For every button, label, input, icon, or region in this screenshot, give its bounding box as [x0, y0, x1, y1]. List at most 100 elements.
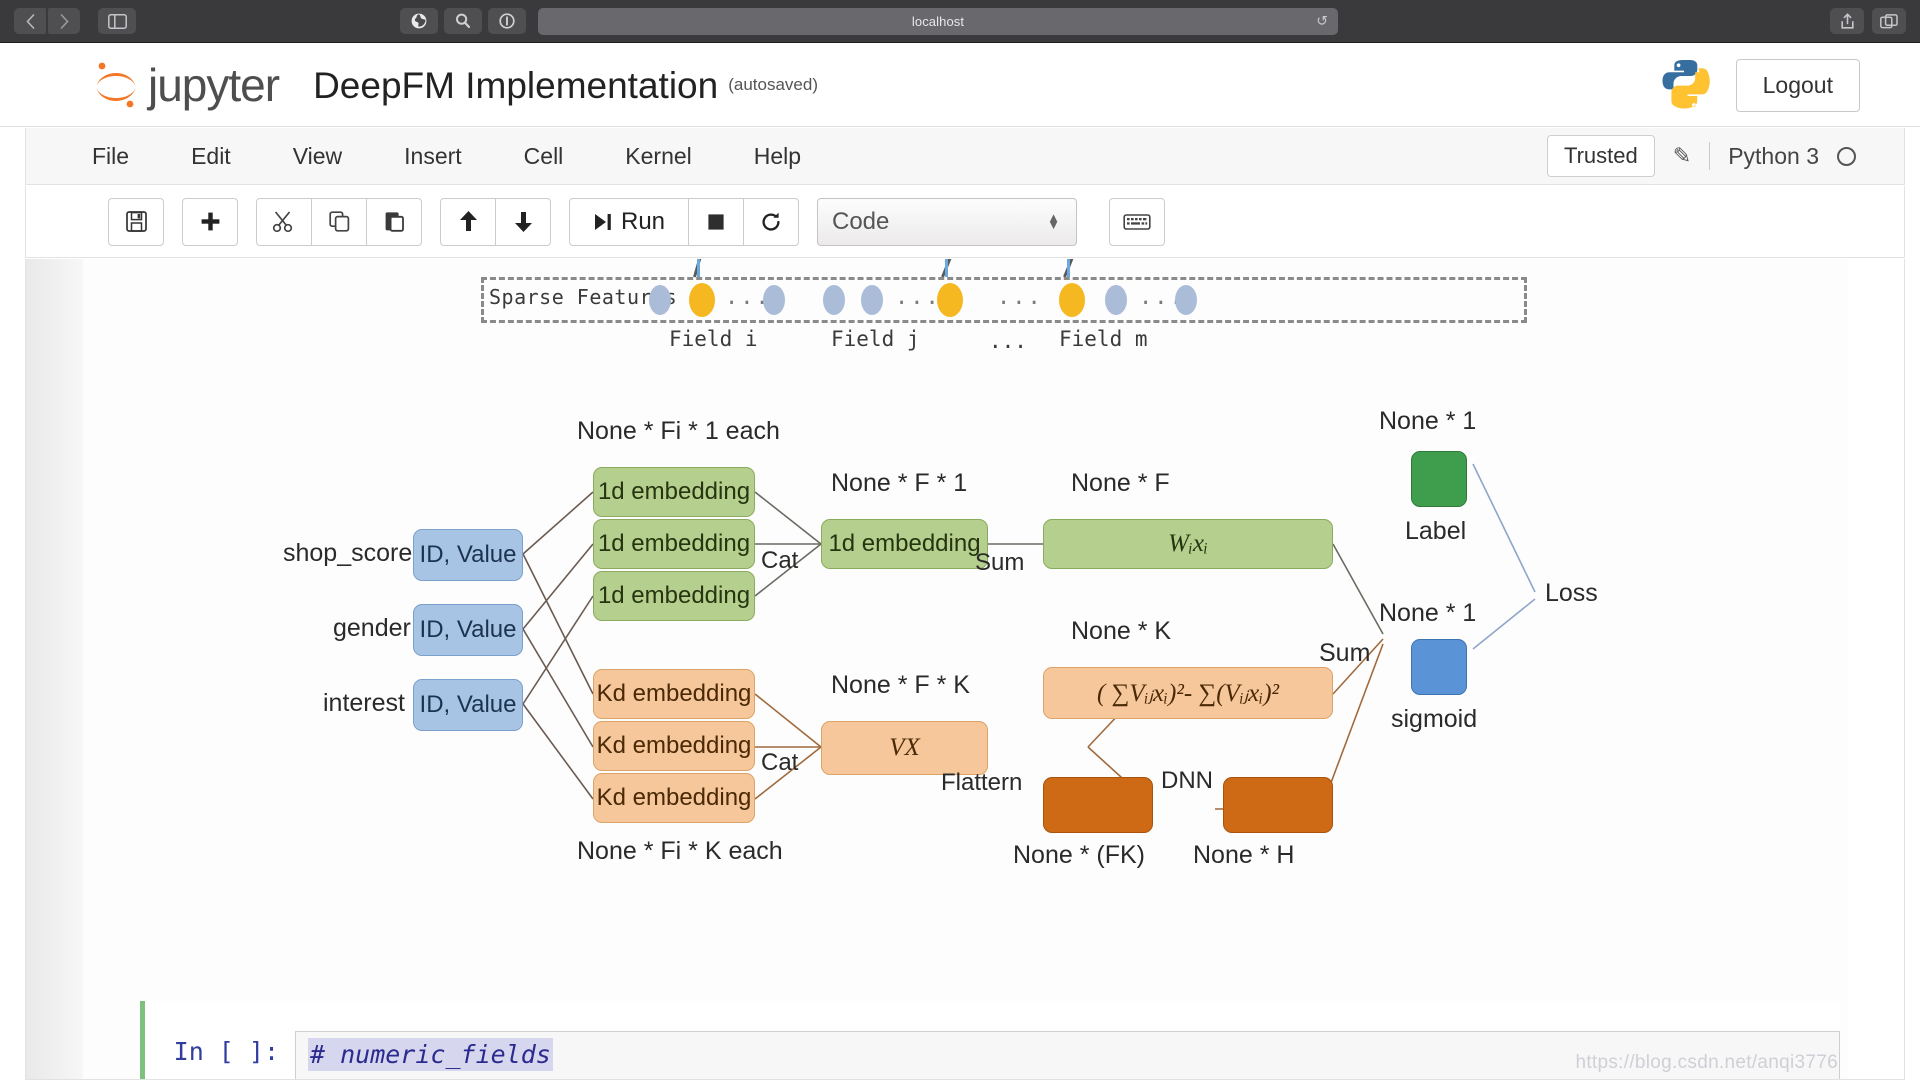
notebook-title[interactable]: DeepFM Implementation: [313, 67, 718, 104]
edge-label-dnn: DNN: [1161, 767, 1213, 794]
screen-root: localhost ↺ jupyter DeepFM Implementatio…: [0, 0, 1920, 1080]
notebook-content: Sparse Features ··· ··· ··· ··· Field i …: [83, 259, 1848, 1079]
paste-icon[interactable]: [366, 197, 422, 246]
node-1d-embedding-concat: 1d embedding: [821, 519, 988, 569]
restart-kernel-icon[interactable]: [743, 197, 799, 246]
node-vx-label: VX: [889, 734, 920, 761]
reader-view-icon[interactable]: [400, 8, 438, 34]
menu-insert[interactable]: Insert: [382, 137, 484, 176]
trusted-badge[interactable]: Trusted: [1546, 135, 1655, 177]
sidebar-toggle-icon[interactable]: [98, 8, 136, 34]
address-bar[interactable]: localhost ↺: [538, 7, 1338, 35]
jupyter-logo[interactable]: jupyter: [90, 59, 280, 111]
jupyter-menubar: File Edit View Insert Cell Kernel Help T…: [25, 128, 1905, 185]
run-cell-button[interactable]: Run: [569, 197, 689, 246]
node-kd-embedding-3: Kd embedding: [593, 773, 755, 823]
shape-label-fm2-in: None * Fi * K each: [577, 837, 783, 865]
menu-view[interactable]: View: [271, 137, 364, 176]
kernel-name-label: Python 3: [1728, 142, 1819, 169]
node-w-x: Wᵢxᵢ: [1043, 519, 1333, 569]
code-line-1: # numeric_fields: [308, 1038, 553, 1071]
shape-label-fm2-out: None * K: [1071, 617, 1172, 645]
logout-button[interactable]: Logout: [1735, 58, 1860, 112]
sparse-feed-line-blue: [945, 259, 948, 277]
node-fm-interaction-label: ( ∑Vᵢⱼxᵢ)²- ∑(Vᵢⱼxᵢ)²: [1096, 680, 1280, 707]
deepfm-diagram: shop_score ID, Value gender ID, Value in…: [83, 349, 1848, 989]
shape-label-dnn-1: None * (FK): [1013, 841, 1145, 869]
sparse-dot-active: [1059, 283, 1085, 317]
toolbar-group-move: [440, 197, 551, 246]
menu-edit[interactable]: Edit: [169, 137, 253, 176]
kernel-idle-circle-icon[interactable]: [1837, 146, 1856, 166]
cell-input-prompt: In [ ]:: [173, 1037, 279, 1066]
field-label-m: Field m: [1059, 327, 1148, 351]
show-tabs-icon[interactable]: [1872, 8, 1906, 34]
sparse-feed-line: [693, 259, 709, 278]
input-box-interest: ID, Value: [413, 679, 523, 731]
node-kd-embedding-1: Kd embedding: [593, 669, 755, 719]
edge-label-sum-output: Sum: [1319, 639, 1371, 667]
field-label-i: Field i: [669, 327, 758, 351]
python-logo-icon: [1662, 60, 1710, 109]
edge-label-cat-fm2: Cat: [761, 749, 799, 776]
menubar-right-group: Trusted ✎ Python 3: [1546, 135, 1856, 177]
diagram-edges: [522, 463, 1536, 810]
node-label: [1411, 451, 1467, 507]
jupyter-logo-icon: [96, 62, 136, 108]
scissors-cut-icon[interactable]: [256, 197, 312, 246]
keyboard-command-palette-icon[interactable]: [1109, 197, 1165, 246]
autosave-status: (autosaved): [728, 75, 818, 94]
sparse-dot: [861, 285, 883, 315]
menu-file[interactable]: File: [70, 137, 151, 176]
chevron-updown-icon: ▲ ▼: [1047, 209, 1060, 233]
back-button[interactable]: [14, 8, 46, 34]
input-box-gender: ID, Value: [413, 604, 523, 656]
arrow-up-icon[interactable]: [440, 197, 496, 246]
cell-type-select[interactable]: Code ▲ ▼: [817, 197, 1077, 246]
shape-label-fm1-in: None * Fi * 1 each: [577, 417, 780, 445]
shape-label-fm1-concat: None * F * 1: [831, 469, 968, 497]
node-dnn-hidden-2: [1223, 777, 1333, 833]
plus-add-cell-icon[interactable]: [182, 197, 238, 246]
search-icon[interactable]: [444, 8, 482, 34]
menu-help[interactable]: Help: [732, 137, 823, 176]
menu-kernel[interactable]: Kernel: [603, 137, 713, 176]
toolbar-group-palette: [1109, 197, 1165, 246]
menu-cell[interactable]: Cell: [502, 137, 586, 176]
field-label-j: Field j: [831, 327, 920, 351]
node-w-x-label: Wᵢxᵢ: [1168, 530, 1208, 557]
node-dnn-hidden-1: [1043, 777, 1153, 833]
floppy-disk-save-icon[interactable]: [108, 197, 164, 246]
sparse-feed-line-blue: [1067, 259, 1070, 277]
privacy-report-icon[interactable]: [488, 8, 526, 34]
toolbar-group-clipboard: [256, 197, 422, 246]
navigation-buttons: [14, 8, 80, 34]
shape-label-output-label: None * 1: [1379, 407, 1477, 435]
notebook-scroll-area[interactable]: Sparse Features ··· ··· ··· ··· Field i …: [25, 259, 1905, 1080]
label-node-caption: Label: [1405, 517, 1467, 545]
node-1d-embedding-3: 1d embedding: [593, 571, 755, 621]
header-right-group: Logout: [1656, 57, 1860, 113]
share-icon[interactable]: [1830, 8, 1864, 34]
arrow-down-icon[interactable]: [495, 197, 551, 246]
browser-right-tools: [1830, 8, 1906, 34]
sparse-dot: [823, 285, 845, 315]
loss-label: Loss: [1545, 579, 1598, 607]
sparse-ellipsis: ···: [997, 291, 1043, 316]
browser-toolbar: localhost ↺: [0, 0, 1920, 43]
pencil-icon[interactable]: ✎: [1673, 143, 1691, 169]
sparse-dot-active: [689, 283, 715, 317]
shape-label-fm1-sum: None * F: [1071, 469, 1170, 497]
reload-icon[interactable]: ↺: [1316, 13, 1328, 30]
run-play-icon: [594, 213, 611, 230]
node-fm-interaction: ( ∑Vᵢⱼxᵢ)²- ∑(Vᵢⱼxᵢ)²: [1043, 667, 1333, 719]
sparse-ellipsis: ···: [895, 291, 941, 316]
copy-icon[interactable]: [311, 197, 367, 246]
sigmoid-node-caption: sigmoid: [1391, 705, 1478, 733]
sparse-dot: [763, 285, 785, 315]
sparse-dot: [1175, 285, 1197, 315]
forward-button[interactable]: [48, 8, 80, 34]
stop-square-icon[interactable]: [688, 197, 744, 246]
toolbar-group-run: Run: [569, 197, 799, 246]
edge-label-sum-fm1: Sum: [975, 549, 1025, 576]
